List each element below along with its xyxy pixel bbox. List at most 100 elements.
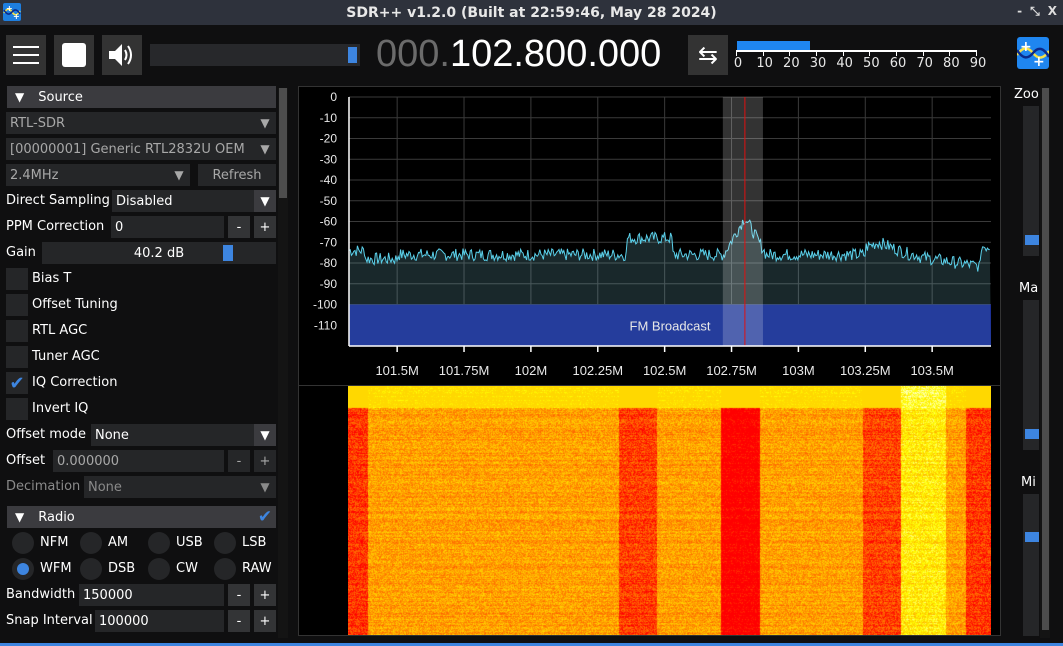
sample-rate-select[interactable]: 2.4MHz ▼ xyxy=(6,164,190,186)
max-db-slider-grab[interactable] xyxy=(1025,429,1039,440)
snr-meter-fill xyxy=(737,41,810,50)
menu-button[interactable] xyxy=(6,35,46,75)
minimize-icon[interactable]: - xyxy=(1017,4,1022,19)
bandwidth-input[interactable]: 150000 xyxy=(79,584,224,606)
y-tick-label: -40 xyxy=(320,173,338,187)
waterfall[interactable] xyxy=(298,386,1001,636)
band-label: FM Broadcast xyxy=(630,318,711,333)
ppm-decrement-button[interactable]: - xyxy=(228,216,250,238)
fft-plot[interactable]: 0 -10 -20 -30 -40 -50 -60 -70 -80 -90 -100 -110 101.… xyxy=(299,87,1002,387)
mode-radio-lsb[interactable] xyxy=(214,532,236,554)
speaker-icon xyxy=(109,44,132,66)
mode-radio-dsb[interactable] xyxy=(80,558,102,580)
mode-label-lsb: LSB xyxy=(242,535,267,550)
mode-radio-wfm[interactable] xyxy=(12,558,34,580)
window-title: SDR++ v1.2.0 (Built at 22:59:46, May 28 … xyxy=(346,4,717,21)
x-tick-label: 101.75M xyxy=(439,363,490,378)
radio-section-header[interactable]: ▼ Radio xyxy=(7,506,254,528)
app-icon: + + xyxy=(3,3,21,21)
x-tick-label: 102.25M xyxy=(572,363,623,378)
source-header-label: Source xyxy=(38,89,83,105)
refresh-label: Refresh xyxy=(212,167,262,183)
source-type-value: RTL-SDR xyxy=(10,115,66,131)
volume-slider-grab[interactable] xyxy=(348,47,357,63)
checkbox-label: RTL AGC xyxy=(32,323,88,338)
x-tick-label: 102.75M xyxy=(706,363,757,378)
min-db-slider-grab[interactable] xyxy=(1025,532,1039,543)
decimation-select[interactable]: None ▼ xyxy=(84,476,276,498)
svg-text:+: + xyxy=(1033,54,1045,69)
bandwidth-increment-button[interactable]: + xyxy=(254,584,276,606)
radio-enable-checkbox[interactable]: ✔ xyxy=(254,506,276,528)
source-type-select[interactable]: RTL-SDR ▼ xyxy=(6,112,276,134)
offset-mode-select[interactable]: None ▼ xyxy=(91,424,276,446)
gain-slider-grab[interactable] xyxy=(222,245,233,261)
svg-text:+: + xyxy=(6,4,13,13)
maximize-icon[interactable]: ⤡ xyxy=(1030,4,1040,19)
snap-decrement-button[interactable]: - xyxy=(228,610,250,632)
checkbox-tuner-agc[interactable] xyxy=(6,346,28,368)
ppm-correction-input[interactable]: 0 xyxy=(111,216,224,238)
left-panel-scrollbar[interactable] xyxy=(278,88,288,638)
checkbox-invert-iq[interactable] xyxy=(6,398,28,420)
refresh-button[interactable]: Refresh xyxy=(198,164,276,186)
snr-tick-label: 90 xyxy=(969,56,987,71)
zoom-slider[interactable] xyxy=(1023,106,1039,256)
right-panel-scrollbar[interactable] xyxy=(1040,88,1050,638)
fft-spectrum[interactable]: 0 -10 -20 -30 -40 -50 -60 -70 -80 -90 -100 -110 101.… xyxy=(298,86,1001,386)
toolbar: 000.102.800.000 ⇆ 0 10 20 30 40 50 60 70… xyxy=(0,25,1063,80)
y-tick-label: -10 xyxy=(320,111,338,125)
sdrpp-logo-icon: ++ xyxy=(1017,39,1049,69)
offset-increment-button[interactable]: + xyxy=(254,450,276,472)
snr-tick-label: 50 xyxy=(863,56,880,71)
title-bar: + + SDR++ v1.2.0 (Built at 22:59:46, May … xyxy=(0,0,1063,25)
mute-button[interactable] xyxy=(102,35,142,75)
offset-mode-value: None xyxy=(95,427,129,443)
offset-input[interactable]: 0.000000 xyxy=(53,450,224,472)
snap-interval-label: Snap Interval xyxy=(6,613,93,628)
frequency-prefix[interactable]: 000. xyxy=(376,33,450,75)
zoom-slider-grab[interactable] xyxy=(1025,235,1039,246)
volume-slider[interactable] xyxy=(150,44,360,66)
hamburger-icon xyxy=(13,46,39,64)
left-panel-scrollbar-thumb[interactable] xyxy=(279,88,287,198)
gain-slider[interactable]: 40.2 dB xyxy=(42,242,276,264)
bandwidth-decrement-button[interactable]: - xyxy=(228,584,250,606)
mode-radio-cw[interactable] xyxy=(148,558,170,580)
waterfall-canvas[interactable] xyxy=(348,386,991,635)
close-icon[interactable]: X xyxy=(1048,4,1057,19)
frequency-value[interactable]: 102.800.000 xyxy=(450,33,661,75)
offset-decrement-button[interactable]: - xyxy=(228,450,250,472)
radio-header-label: Radio xyxy=(38,509,75,525)
mode-radio-usb[interactable] xyxy=(148,532,170,554)
mode-radio-raw[interactable] xyxy=(214,558,236,580)
right-panel-scrollbar-thumb[interactable] xyxy=(1042,88,1049,630)
checkbox-bias-t[interactable] xyxy=(6,268,28,290)
frequency-display[interactable]: 000.102.800.000 xyxy=(376,33,661,76)
play-stop-button[interactable] xyxy=(54,35,94,75)
app-logo[interactable]: + + xyxy=(1017,37,1049,69)
direct-sampling-select[interactable]: Disabled ▼ xyxy=(112,190,276,212)
tuning-mode-button[interactable]: ⇆ xyxy=(688,35,728,75)
snr-meter-axis xyxy=(736,50,976,52)
stop-icon xyxy=(62,43,86,67)
y-tick-label: -20 xyxy=(320,132,338,146)
snap-increment-button[interactable]: + xyxy=(254,610,276,632)
checkbox-iq-correction[interactable]: ✔ xyxy=(6,372,28,394)
checkbox-rtl-agc[interactable] xyxy=(6,320,28,342)
snr-tick-label: 60 xyxy=(889,56,907,71)
x-tick-label: 103.5M xyxy=(910,363,953,378)
chevron-down-icon: ▼ xyxy=(260,116,270,130)
mode-radio-nfm[interactable] xyxy=(12,532,34,554)
min-db-slider[interactable] xyxy=(1023,494,1039,636)
ppm-increment-button[interactable]: + xyxy=(254,216,276,238)
max-db-slider[interactable] xyxy=(1023,300,1039,450)
source-section-header[interactable]: ▼ Source xyxy=(7,86,276,108)
snap-interval-input[interactable]: 100000 xyxy=(95,610,224,632)
bandwidth-label: Bandwidth xyxy=(6,587,76,602)
direct-sampling-label: Direct Sampling xyxy=(6,193,110,208)
offset-mode-label: Offset mode xyxy=(6,427,87,442)
mode-radio-am[interactable] xyxy=(80,532,102,554)
device-select[interactable]: [00000001] Generic RTL2832U OEM ▼ xyxy=(6,138,276,160)
checkbox-offset-tuning[interactable] xyxy=(6,294,28,316)
